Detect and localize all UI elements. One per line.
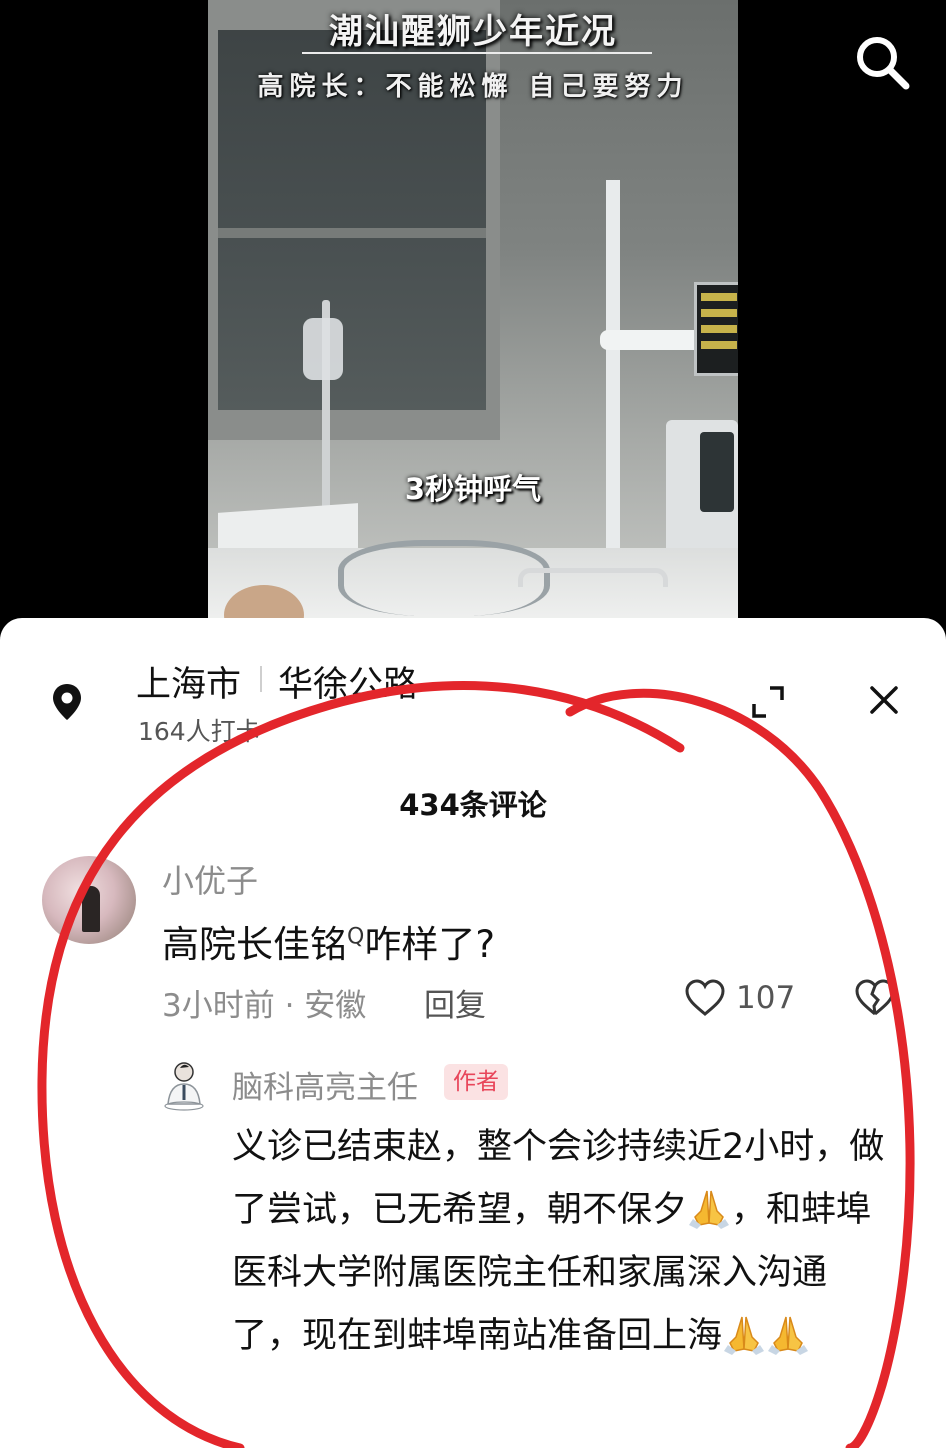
location-road[interactable]: 华徐公路	[278, 656, 418, 707]
video-player[interactable]: 潮汕醒狮少年近况 高院长：不能松懈 自己要努力 3秒钟呼气	[208, 0, 738, 622]
comment-meta: 3小时前 · 安徽	[162, 988, 367, 1024]
reply-author[interactable]: 脑科高亮主任	[232, 1062, 418, 1107]
video-monitor	[694, 282, 738, 376]
author-badge: 作者	[444, 1064, 508, 1100]
like-count: 107	[736, 980, 796, 1016]
video-subtitle-overlay: 高院长：不能松懈 自己要努力	[257, 72, 689, 102]
avatar[interactable]	[42, 856, 136, 944]
author-avatar[interactable]	[162, 1058, 206, 1112]
close-button[interactable]	[864, 680, 904, 720]
expand-button[interactable]	[748, 682, 788, 722]
video-bed-rail	[518, 568, 668, 587]
close-icon	[870, 686, 898, 714]
comment-author[interactable]: 小优子	[162, 856, 258, 902]
pray-emoji	[689, 1190, 730, 1229]
comment-sheet: 上海市 华徐公路 164人打卡 434条评论 小优子 高院长佳铭Q咋样了? 3小…	[0, 618, 946, 1448]
comment-count-title: 434条评论	[399, 788, 547, 822]
search-button[interactable]	[850, 30, 914, 94]
pray-emoji	[724, 1316, 765, 1355]
reply-text: 义诊已结束赵，整个会诊持续近2小时，做了尝试，已无希望，朝不保夕 ，和蚌埠医科大学…	[232, 1116, 896, 1368]
video-title-overlay: 潮汕醒狮少年近况	[329, 12, 617, 52]
pray-emoji	[768, 1316, 809, 1355]
heart-icon[interactable]	[684, 978, 726, 1018]
reply-button[interactable]: 回复	[424, 980, 486, 1025]
search-icon	[857, 37, 910, 90]
video-title-divider	[302, 52, 652, 54]
location-separator	[260, 666, 262, 692]
video-caption: 3秒钟呼气	[404, 472, 542, 506]
location-city[interactable]: 上海市	[136, 656, 241, 707]
expand-icon	[752, 686, 784, 718]
broken-heart-icon[interactable]	[854, 978, 896, 1018]
video-iv-bag	[303, 318, 343, 380]
location-pin-icon[interactable]	[50, 682, 84, 722]
search-mark-icon[interactable]: Q	[347, 925, 364, 950]
comment-text-tail: 咋样了?	[364, 923, 495, 966]
location-checkin-count: 164人打卡	[138, 717, 261, 746]
comment-text-main: 高院长佳铭	[162, 923, 347, 966]
comment-text: 高院长佳铭Q咋样了?	[162, 914, 495, 968]
video-ventilator-stand	[606, 180, 620, 600]
